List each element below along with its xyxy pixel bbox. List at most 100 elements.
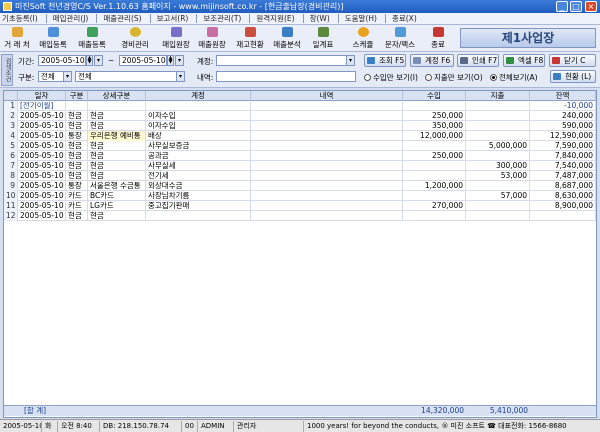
radio-expense-only[interactable]: 지출만 보기(O) (425, 72, 483, 83)
date-to-calendar[interactable]: ▾ (175, 55, 184, 66)
row-detail (251, 141, 403, 151)
row-income (403, 171, 466, 181)
row-date: 2005-05-10 (18, 211, 66, 221)
sms-fax-button[interactable]: 문자/팩스 (383, 27, 417, 50)
row-balance: 240,000 (530, 111, 596, 121)
row-expense (466, 201, 530, 211)
status-message: 1000 years! for beyond the conducts, ® 미… (307, 422, 567, 430)
date-from-field[interactable]: 2005-05-10 (38, 55, 86, 66)
schedule-button[interactable]: 스케쥴 (350, 27, 376, 50)
menu-basic[interactable]: 기초등록(I) (2, 13, 38, 24)
menu-separator (196, 14, 198, 23)
status-button[interactable]: 현황 (L) (550, 70, 596, 83)
header-date[interactable]: 일자 (18, 91, 66, 101)
table-row[interactable]: 9 2005-05-10 통장 서울은행 수금통 외상대수금 1,200,000 8,687… (4, 181, 596, 191)
row-type (66, 101, 88, 111)
radio-income-only[interactable]: 수입만 보기(I) (364, 72, 418, 83)
date-to-spinner[interactable]: ▲ ▼ (167, 55, 174, 66)
search-side-tab[interactable]: 검색조건 (1, 54, 13, 86)
sub-type-dropdown-arrow[interactable]: ▾ (176, 71, 185, 82)
row-account: 이자수입 (146, 111, 251, 121)
header-detail[interactable]: 내역 (251, 91, 403, 101)
account-dropdown-arrow[interactable]: ▾ (346, 55, 355, 66)
menu-separator (384, 14, 386, 23)
table-row[interactable]: 10 2005-05-10 카드 BC카드 사장님차기름 57,000 8,630,000 (4, 191, 596, 201)
table-row[interactable]: 11 2005-05-10 카드 LG카드 중고집기판매 270,000 8,900,000 (4, 201, 596, 211)
close-panel-button[interactable]: 닫기 C (549, 54, 596, 67)
account-combo[interactable] (216, 55, 349, 66)
excel-button[interactable]: 엑셀 F8 (503, 54, 545, 67)
header-balance[interactable]: 잔액 (530, 91, 596, 101)
sales-entry-button[interactable]: 매출등록 (76, 27, 108, 50)
type-dropdown-arrow[interactable]: ▾ (63, 71, 72, 82)
radio-circle (364, 74, 371, 81)
expense-button[interactable]: 경비관리 (118, 27, 152, 50)
header-income[interactable]: 수입 (403, 91, 466, 101)
account-button[interactable]: 계정 F6 (410, 54, 454, 67)
row-balance: 8,900,000 (530, 201, 596, 211)
status-icon (553, 73, 561, 80)
sales-analysis-button[interactable]: 매출분석 (271, 27, 303, 50)
daily-report-button[interactable]: 일계표 (310, 27, 336, 50)
row-subtype: 현금 (88, 151, 146, 161)
menu-exit[interactable]: 종료(X) (392, 13, 417, 24)
row-date: 2005-05-10 (18, 201, 66, 211)
menu-window[interactable]: 창(W) (310, 13, 330, 24)
header-subtype[interactable]: 상세구분 (88, 91, 146, 101)
row-income: 250,000 (403, 111, 466, 121)
table-row[interactable]: 3 2005-05-10 현금 현금 이자수입 350,000 590,000 (4, 121, 596, 131)
table-row[interactable]: 1 [전기이월] -10,000 (4, 101, 596, 111)
menu-purchase[interactable]: 매입관리(J) (53, 13, 89, 24)
cashbook-grid[interactable]: 일자 구분 상세구분 계정 내역 수입 지출 잔액 1 [전기이월] -10,000… (3, 90, 597, 418)
status-date: 2005-05-10 (0, 421, 42, 432)
coin-icon (129, 27, 141, 37)
date-to-field[interactable]: 2005-05-10 (119, 55, 167, 66)
search-button[interactable]: 조회 F5 (364, 54, 406, 67)
row-number: 9 (4, 181, 18, 191)
row-detail (251, 101, 403, 111)
close-window-button[interactable]: × (585, 1, 597, 12)
row-expense: 57,000 (466, 191, 530, 201)
row-detail (251, 201, 403, 211)
header-account[interactable]: 계정 (146, 91, 251, 101)
row-subtype: 현금 (88, 111, 146, 121)
minimize-button[interactable]: _ (556, 1, 568, 12)
table-row[interactable]: 12 2005-05-10 현금 현금 (4, 211, 596, 221)
table-row[interactable]: 7 2005-05-10 현금 현금 사무실세 300,000 7,540,000 (4, 161, 596, 171)
date-from-spinner[interactable]: ▲ ▼ (86, 55, 93, 66)
menu-aux[interactable]: 보조관리(T) (203, 13, 241, 24)
menu-help[interactable]: 도움말(H) (345, 13, 377, 24)
menu-sales[interactable]: 매출관리(S) (103, 13, 141, 24)
row-subtype: LG카드 (88, 201, 146, 211)
table-row[interactable]: 4 2005-05-10 통장 우리은행 예비통 배상 12,000,000 12,590,… (4, 131, 596, 141)
radio-view-all[interactable]: 전체보기(A) (490, 72, 538, 83)
table-row[interactable]: 5 2005-05-10 현금 현금 사무실보증금 5,000,000 7,590,000 (4, 141, 596, 151)
row-type: 현금 (66, 151, 88, 161)
row-detail (251, 181, 403, 191)
sub-type-select[interactable]: 전체 (75, 71, 181, 82)
purchase-entry-button[interactable]: 매입등록 (38, 27, 68, 50)
header-expense[interactable]: 지출 (466, 91, 530, 101)
menu-report[interactable]: 보고서(R) (157, 13, 189, 24)
row-type: 통장 (66, 131, 88, 141)
row-account: 외상대수금 (146, 181, 251, 191)
row-expense (466, 151, 530, 161)
row-number: 12 (4, 211, 18, 221)
purchase-ledger-button[interactable]: 매입원장 (160, 27, 192, 50)
menu-remote[interactable]: 원격지원(E) (256, 13, 294, 24)
customer-button[interactable]: 거 래 처 (2, 27, 32, 50)
table-row[interactable]: 2 2005-05-10 현금 현금 이자수입 250,000 240,000 (4, 111, 596, 121)
exit-button[interactable]: 종료 (427, 27, 449, 50)
inventory-button[interactable]: 재고현황 (234, 27, 266, 50)
date-from-calendar[interactable]: ▾ (94, 55, 103, 66)
print-button[interactable]: 인쇄 F7 (457, 54, 499, 67)
table-row[interactable]: 6 2005-05-10 현금 현금 공과금 250,000 7,840,000 (4, 151, 596, 161)
header-type[interactable]: 구분 (66, 91, 88, 101)
maximize-button[interactable]: □ (570, 1, 582, 12)
row-type: 현금 (66, 171, 88, 181)
table-row[interactable]: 8 2005-05-10 현금 현금 전기세 53,000 7,487,000 (4, 171, 596, 181)
menu-separator (149, 14, 151, 23)
detail-field[interactable] (216, 71, 356, 82)
sales-ledger-button[interactable]: 매출원장 (196, 27, 228, 50)
row-detail (251, 151, 403, 161)
